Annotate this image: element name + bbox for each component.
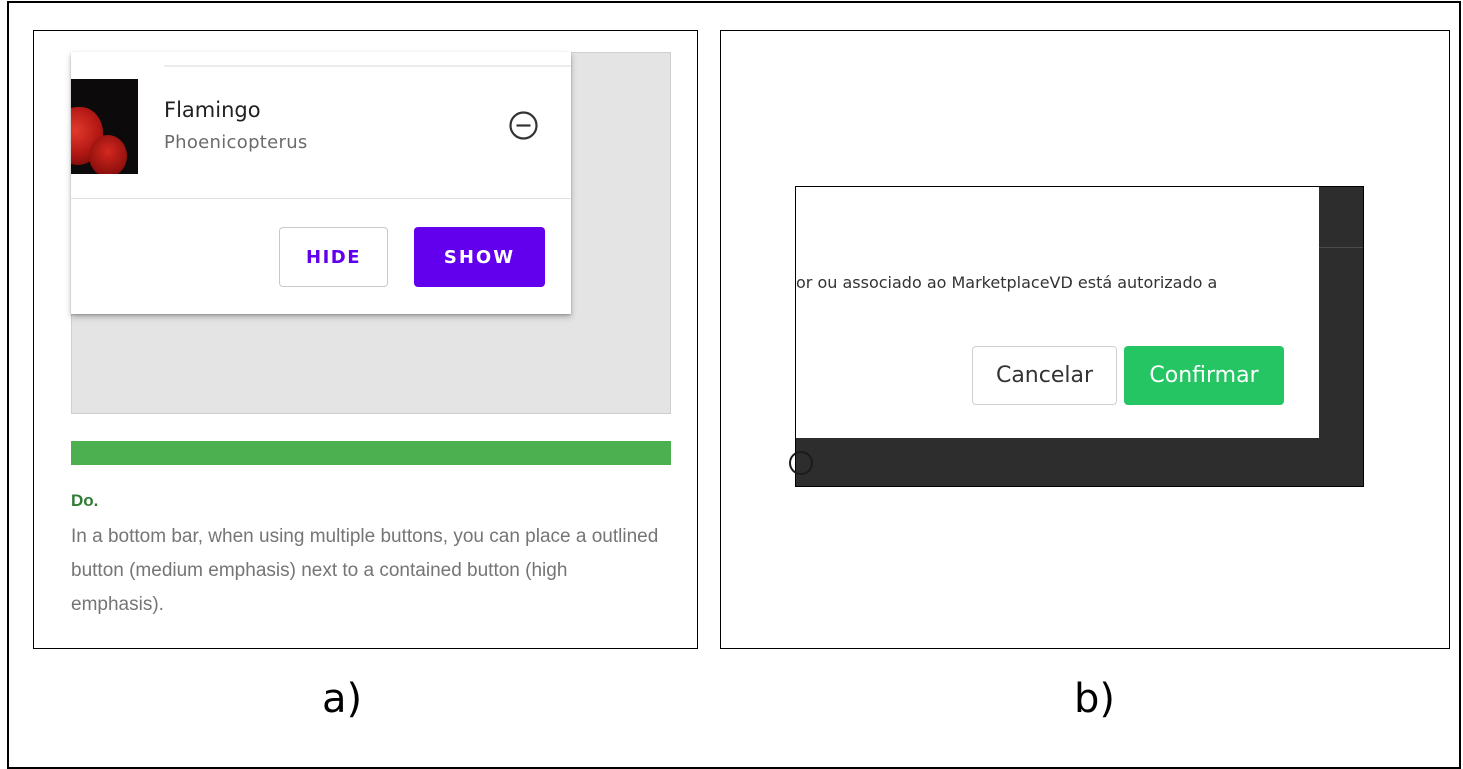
card-top-divider	[164, 65, 571, 67]
card-divider	[71, 198, 571, 199]
confirm-dialog: or ou associado ao MarketplaceVD está au…	[796, 187, 1319, 438]
list-item-subtitle: Phoenicopterus	[164, 132, 308, 153]
do-description: In a bottom bar, when using multiple but…	[71, 526, 659, 615]
list-item-title: Flamingo	[164, 98, 261, 122]
flamingo-thumbnail	[71, 79, 138, 174]
minus-circle-icon[interactable]	[508, 110, 539, 141]
flamingo-image-shape-2	[89, 135, 127, 174]
show-button[interactable]: SHOW	[414, 227, 545, 287]
caption-a: a)	[322, 676, 363, 722]
list-card: Flamingo Phoenicopterus HIDE SHOW	[71, 52, 571, 314]
confirm-button[interactable]: Confirmar	[1124, 346, 1284, 405]
cancel-button[interactable]: Cancelar	[972, 346, 1117, 405]
caption-b: b)	[1074, 676, 1115, 722]
dialog-message: or ou associado ao MarketplaceVD está au…	[796, 273, 1218, 292]
panel-b: or ou associado ao MarketplaceVD está au…	[720, 30, 1450, 649]
backdrop-circle-icon	[789, 451, 813, 475]
panel-a: Flamingo Phoenicopterus HIDE SHOW Do. In…	[33, 30, 698, 649]
do-indicator-bar	[71, 441, 671, 465]
do-label: Do.	[71, 491, 99, 510]
backdrop-divider	[1318, 247, 1363, 248]
hide-button[interactable]: HIDE	[279, 227, 388, 287]
